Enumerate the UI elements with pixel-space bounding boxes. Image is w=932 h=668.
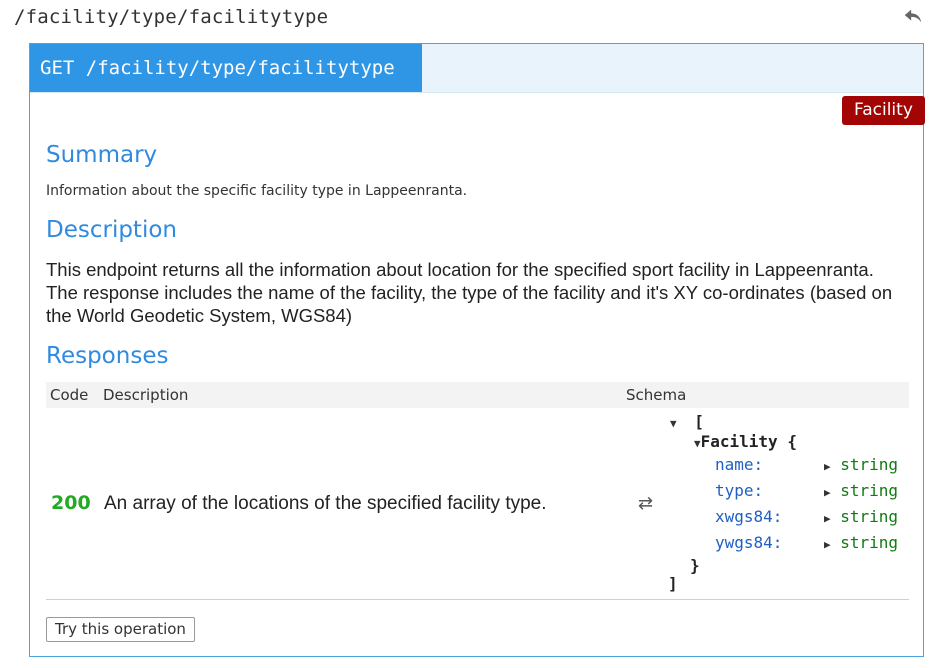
summary-text: Information about the specific facility … bbox=[46, 183, 468, 199]
column-code: Code bbox=[50, 386, 89, 404]
swap-arrows-icon[interactable]: ⇄ bbox=[638, 493, 653, 514]
schema-field: xwgs84: bbox=[715, 507, 782, 526]
field-type: string bbox=[840, 533, 899, 552]
reply-arrow-icon[interactable] bbox=[902, 5, 924, 27]
column-description: Description bbox=[103, 386, 189, 404]
schema-array-close: ] bbox=[668, 574, 678, 593]
field-name: ywgs84: bbox=[715, 533, 783, 552]
field-type: string bbox=[840, 481, 899, 500]
summary-heading: Summary bbox=[46, 142, 158, 168]
operation-method-path[interactable]: GET /facility/type/facilitytype bbox=[30, 44, 422, 92]
description-heading: Description bbox=[46, 217, 177, 243]
endpoint-path-title: /facility/type/facilitytype bbox=[14, 6, 329, 28]
expand-triangle-icon[interactable]: ▶ bbox=[824, 460, 831, 473]
schema-field: ywgs84: bbox=[715, 533, 782, 552]
operation-panel: GET /facility/type/facilitytype Facility… bbox=[29, 43, 925, 657]
expand-triangle-icon[interactable]: ▶ bbox=[824, 538, 831, 551]
operation-header[interactable]: GET /facility/type/facilitytype bbox=[30, 44, 923, 93]
schema-array-open: [ bbox=[694, 412, 704, 431]
field-name: type: bbox=[715, 481, 764, 500]
expand-triangle-icon[interactable]: ▶ bbox=[824, 486, 831, 499]
http-method: GET bbox=[40, 57, 75, 79]
schema-object-open: { bbox=[787, 432, 797, 451]
responses-table-header: Code Description Schema bbox=[46, 382, 909, 408]
response-code: 200 bbox=[51, 492, 91, 514]
operation-path: /facility/type/facilitytype bbox=[85, 57, 395, 79]
try-operation-button[interactable]: Try this operation bbox=[46, 617, 195, 642]
collapse-triangle-icon[interactable]: ▼ bbox=[670, 417, 677, 430]
schema-object-close: } bbox=[690, 556, 700, 575]
field-name: xwgs84: bbox=[715, 507, 783, 526]
schema-model-name: Facility bbox=[700, 432, 778, 451]
responses-heading: Responses bbox=[46, 343, 169, 369]
divider bbox=[46, 599, 909, 600]
expand-triangle-icon[interactable]: ▶ bbox=[824, 512, 831, 525]
field-type: string bbox=[840, 507, 899, 526]
collapse-triangle-icon[interactable]: ▼ bbox=[694, 437, 701, 450]
tag-badge[interactable]: Facility bbox=[842, 96, 925, 125]
field-name: name: bbox=[715, 455, 764, 474]
field-type: string bbox=[840, 455, 899, 474]
schema-field: type: bbox=[715, 481, 763, 500]
response-description: An array of the locations of the specifi… bbox=[104, 493, 547, 514]
column-schema: Schema bbox=[626, 386, 687, 404]
description-text: This endpoint returns all the informatio… bbox=[46, 259, 893, 326]
schema-field: name: bbox=[715, 455, 763, 474]
